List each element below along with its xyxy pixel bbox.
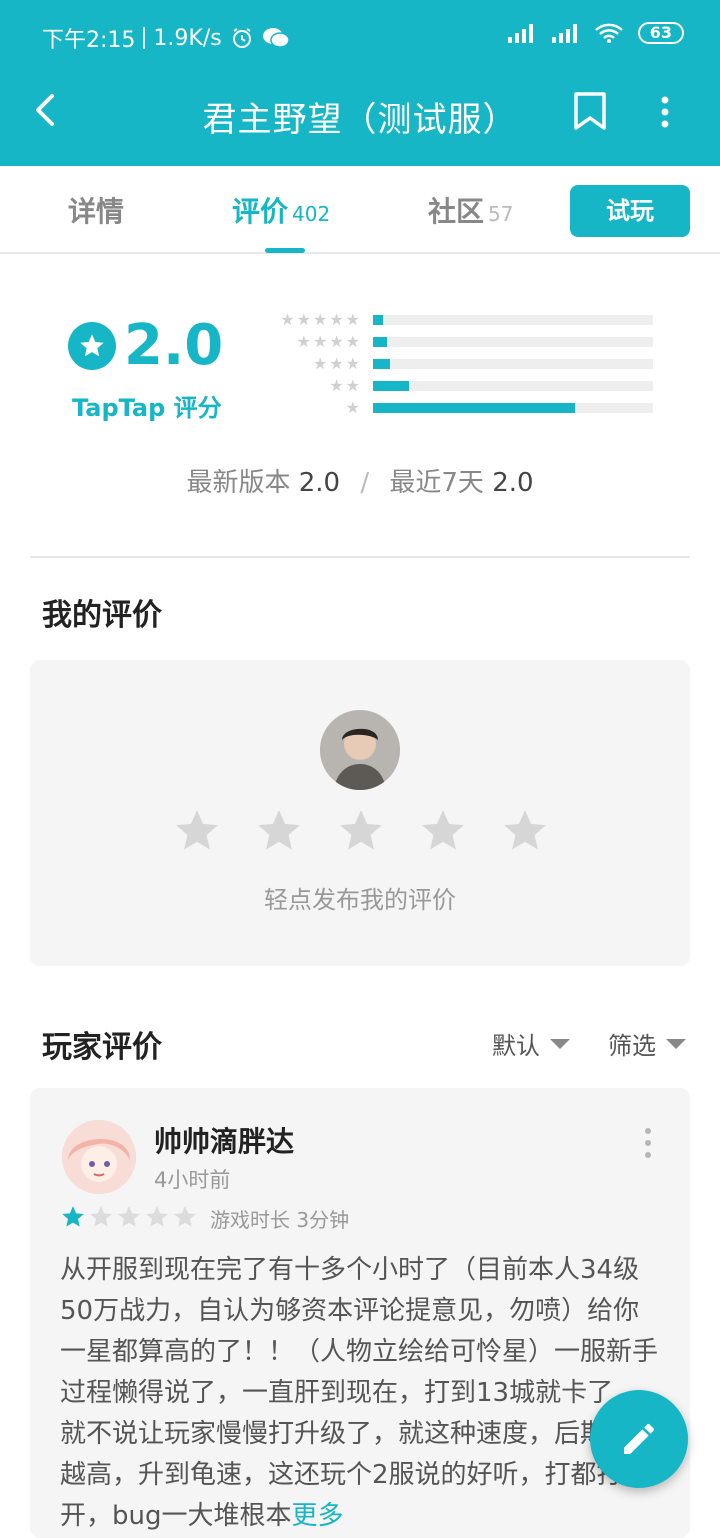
header: 下午2:15 1.9K/s 63 君主野望（测试服） (0, 0, 720, 166)
distribution-stars-1: ★ (345, 398, 362, 417)
distribution-fill (373, 359, 390, 369)
tab-reviews[interactable]: 评价 402 (232, 190, 330, 230)
tab-reviews-label: 评价 (232, 195, 289, 228)
signal-icon (507, 24, 533, 43)
tab-details[interactable]: 详情 (68, 190, 124, 230)
rating-source-label: TapTap 评分 (72, 394, 222, 422)
distribution-fill (373, 381, 410, 391)
read-more-link[interactable]: 更多 (292, 1501, 344, 1531)
review-body: 从开服到现在完了有十多个小时了（目前本人34级50万战力，自认为够资本评论提意见… (60, 1255, 659, 1531)
distribution-stars-3: ★★★ (312, 354, 362, 373)
star-4-icon[interactable] (418, 806, 468, 856)
distribution-track (373, 337, 653, 347)
review-card[interactable]: 帅帅滴胖达 4小时前 游戏时长 3分钟 从开服到现在完了有十多个小时了（目前本人… (30, 1088, 690, 1538)
distribution-stars-5: ★★★★★ (280, 310, 362, 329)
distribution-fill (373, 337, 387, 347)
latest-version-value: 2.0 (298, 468, 341, 498)
tab-details-label: 详情 (68, 195, 125, 228)
distribution-row-3: ★★★ (268, 354, 658, 376)
tab-reviews-count: 402 (292, 202, 331, 226)
distribution-row-5: ★★★★★ (268, 310, 658, 332)
review-time: 4小时前 (154, 1168, 231, 1192)
my-review-title: 我的评价 (42, 598, 162, 633)
status-bar: 下午2:15 1.9K/s 63 (0, 0, 720, 70)
rating-star-badge (68, 322, 116, 370)
reviewer-name[interactable]: 帅帅滴胖达 (154, 1120, 294, 1160)
review-star-icon (62, 1206, 84, 1227)
tab-indicator (265, 248, 305, 253)
distribution-stars-4: ★★★★ (296, 332, 362, 351)
player-reviews-title: 玩家评价 (42, 1030, 162, 1065)
distribution-track (373, 381, 653, 391)
review-playtime: 游戏时长 3分钟 (210, 1208, 350, 1232)
avatar (320, 710, 400, 790)
my-review-card[interactable]: 轻点发布我的评价 (30, 660, 690, 966)
rating-score: 2.0 (68, 318, 223, 374)
rating-score-value: 2.0 (124, 313, 224, 378)
reviewer-avatar-icon (62, 1120, 136, 1194)
sort-dropdown[interactable]: 默认 (492, 1026, 570, 1061)
bookmark-icon[interactable] (570, 90, 610, 132)
review-text: 从开服到现在完了有十多个小时了（目前本人34级50万战力，自认为够资本评论提意见… (60, 1250, 660, 1537)
star-icon (80, 334, 104, 357)
sort-label: 默认 (492, 1032, 540, 1060)
tab-community-count: 57 (488, 202, 514, 226)
recent-7days-label: 最近7天 (389, 468, 484, 498)
star-3-icon[interactable] (336, 806, 386, 856)
my-review-hint: 轻点发布我的评价 (264, 886, 456, 914)
review-star-icon (118, 1206, 140, 1227)
star-1-icon[interactable] (172, 806, 222, 856)
section-divider (30, 556, 690, 558)
star-2-icon[interactable] (254, 806, 304, 856)
status-time: 下午2:15 (42, 28, 136, 53)
wifi-icon (594, 23, 623, 43)
status-separator (143, 27, 146, 49)
distribution-track (373, 403, 653, 413)
more-options-icon[interactable] (642, 1126, 654, 1160)
star-5-icon[interactable] (500, 806, 550, 856)
distribution-row-4: ★★★★ (268, 332, 658, 354)
alarm-icon (232, 28, 251, 48)
tab-bar: 详情 评价 402 社区 57 试玩 (0, 166, 720, 254)
tab-community[interactable]: 社区 57 (428, 190, 513, 230)
battery-indicator: 63 (637, 22, 684, 44)
distribution-track (373, 315, 653, 325)
recent-7days-value: 2.0 (492, 468, 534, 498)
page-title: 君主野望（测试服） (202, 100, 518, 140)
chevron-down-icon (550, 1038, 570, 1049)
distribution-row-1: ★ (268, 398, 658, 420)
review-star-icon (174, 1206, 196, 1227)
filter-label: 筛选 (608, 1032, 656, 1060)
filter-dropdown[interactable]: 筛选 (608, 1026, 686, 1061)
status-network-speed: 1.9K/s (153, 25, 222, 51)
version-separator: / (360, 468, 370, 498)
review-rating-stars (60, 1204, 198, 1230)
my-rating-stars (172, 806, 550, 856)
signal-icon-2 (551, 24, 577, 43)
distribution-fill (373, 315, 383, 325)
latest-version-label: 最新版本 (186, 468, 291, 498)
review-star-icon (90, 1206, 112, 1227)
avatar[interactable] (62, 1120, 136, 1194)
write-review-button[interactable] (590, 1390, 688, 1488)
review-star-icon (146, 1206, 168, 1227)
more-options-icon[interactable] (650, 92, 680, 132)
pencil-icon (624, 1423, 655, 1454)
try-play-button[interactable]: 试玩 (570, 185, 690, 237)
wechat-icon (262, 28, 290, 48)
version-ratings: 最新版本 2.0 / 最近7天 2.0 (0, 462, 720, 499)
chevron-down-icon (666, 1038, 686, 1049)
distribution-stars-2: ★★ (329, 376, 362, 395)
distribution-fill (373, 403, 575, 413)
distribution-track (373, 359, 653, 369)
app-bar: 君主野望（测试服） (0, 70, 720, 166)
user-avatar-icon (320, 710, 400, 790)
tab-community-label: 社区 (428, 195, 485, 228)
distribution-row-2: ★★ (268, 376, 658, 398)
